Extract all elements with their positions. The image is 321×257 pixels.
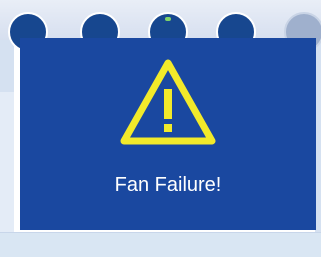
status-indicator-icon	[165, 17, 171, 21]
left-strip	[0, 92, 14, 242]
alert-message: Fan Failure!	[114, 174, 222, 196]
warning-triangle-icon	[120, 59, 216, 145]
fan-failure-alert-dialog: Fan Failure!	[20, 38, 316, 230]
bottom-bar	[0, 232, 321, 257]
